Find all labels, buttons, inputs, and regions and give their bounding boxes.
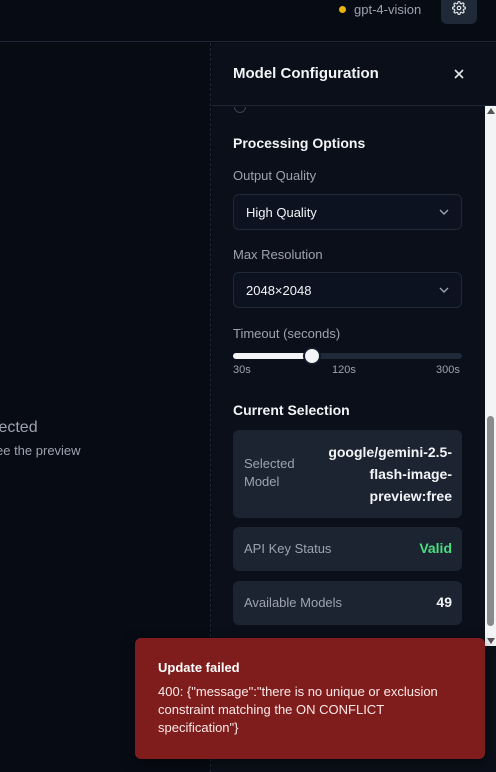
scroll-up-arrow-icon[interactable] (487, 108, 495, 114)
radio-option[interactable] (234, 107, 246, 113)
toast-title: Update failed (158, 660, 240, 675)
api-key-status-card: API Key Status Valid (233, 527, 462, 571)
toast-message: 400: {"message":"there is no unique or e… (158, 684, 438, 735)
api-key-status-label: API Key Status (244, 541, 332, 556)
gear-icon (452, 1, 466, 15)
empty-state-subtitle: ee the preview (0, 443, 81, 458)
close-icon (454, 69, 464, 79)
chevron-down-icon (439, 209, 449, 215)
panel-scrollbar[interactable] (485, 106, 496, 646)
available-models-label: Available Models (244, 595, 343, 610)
max-resolution-value: 2048×2048 (246, 282, 312, 298)
timeout-max-label: 300s (436, 364, 460, 376)
api-key-status-value: Valid (419, 540, 452, 556)
output-quality-label: Output Quality (233, 168, 317, 183)
panel-header: Model Configuration (212, 43, 496, 106)
selected-model-label: Selected Model (244, 456, 295, 489)
timeout-min-label: 30s (233, 364, 251, 376)
current-selection-title: Current Selection (233, 402, 350, 418)
panel-title: Model Configuration (233, 65, 379, 82)
active-model-indicator: gpt-4-vision (339, 0, 421, 18)
selected-model-value: google/gemini-2.5-flash-image-preview:fr… (328, 444, 452, 504)
available-models-card: Available Models 49 (233, 581, 462, 625)
scroll-down-arrow-icon[interactable] (487, 638, 495, 644)
top-bar: gpt-4-vision (0, 0, 496, 42)
panel-body[interactable]: Processing Options Output Quality High Q… (212, 107, 486, 647)
scrollbar-thumb[interactable] (487, 416, 494, 626)
output-quality-select[interactable]: High Quality (233, 194, 462, 230)
available-models-value: 49 (436, 594, 452, 610)
output-quality-value: High Quality (246, 204, 317, 220)
close-button[interactable] (450, 65, 468, 83)
max-resolution-select[interactable]: 2048×2048 (233, 272, 462, 308)
chevron-down-icon (439, 287, 449, 293)
active-model-name: gpt-4-vision (354, 1, 422, 17)
timeout-label: Timeout (seconds) (233, 326, 341, 341)
timeout-slider[interactable] (233, 347, 462, 365)
error-toast[interactable]: Update failed 400: {"message":"there is … (135, 638, 485, 759)
max-resolution-label: Max Resolution (233, 247, 323, 262)
timeout-slider-thumb[interactable] (303, 347, 321, 365)
timeout-mid-label: 120s (332, 364, 356, 376)
status-dot (339, 5, 346, 13)
selected-model-card: Selected Model google/gemini-2.5-flash-i… (233, 430, 462, 518)
settings-button[interactable] (441, 0, 477, 24)
processing-options-title: Processing Options (233, 135, 366, 151)
empty-state-title: elected (0, 419, 38, 436)
timeout-slider-fill (233, 353, 312, 359)
